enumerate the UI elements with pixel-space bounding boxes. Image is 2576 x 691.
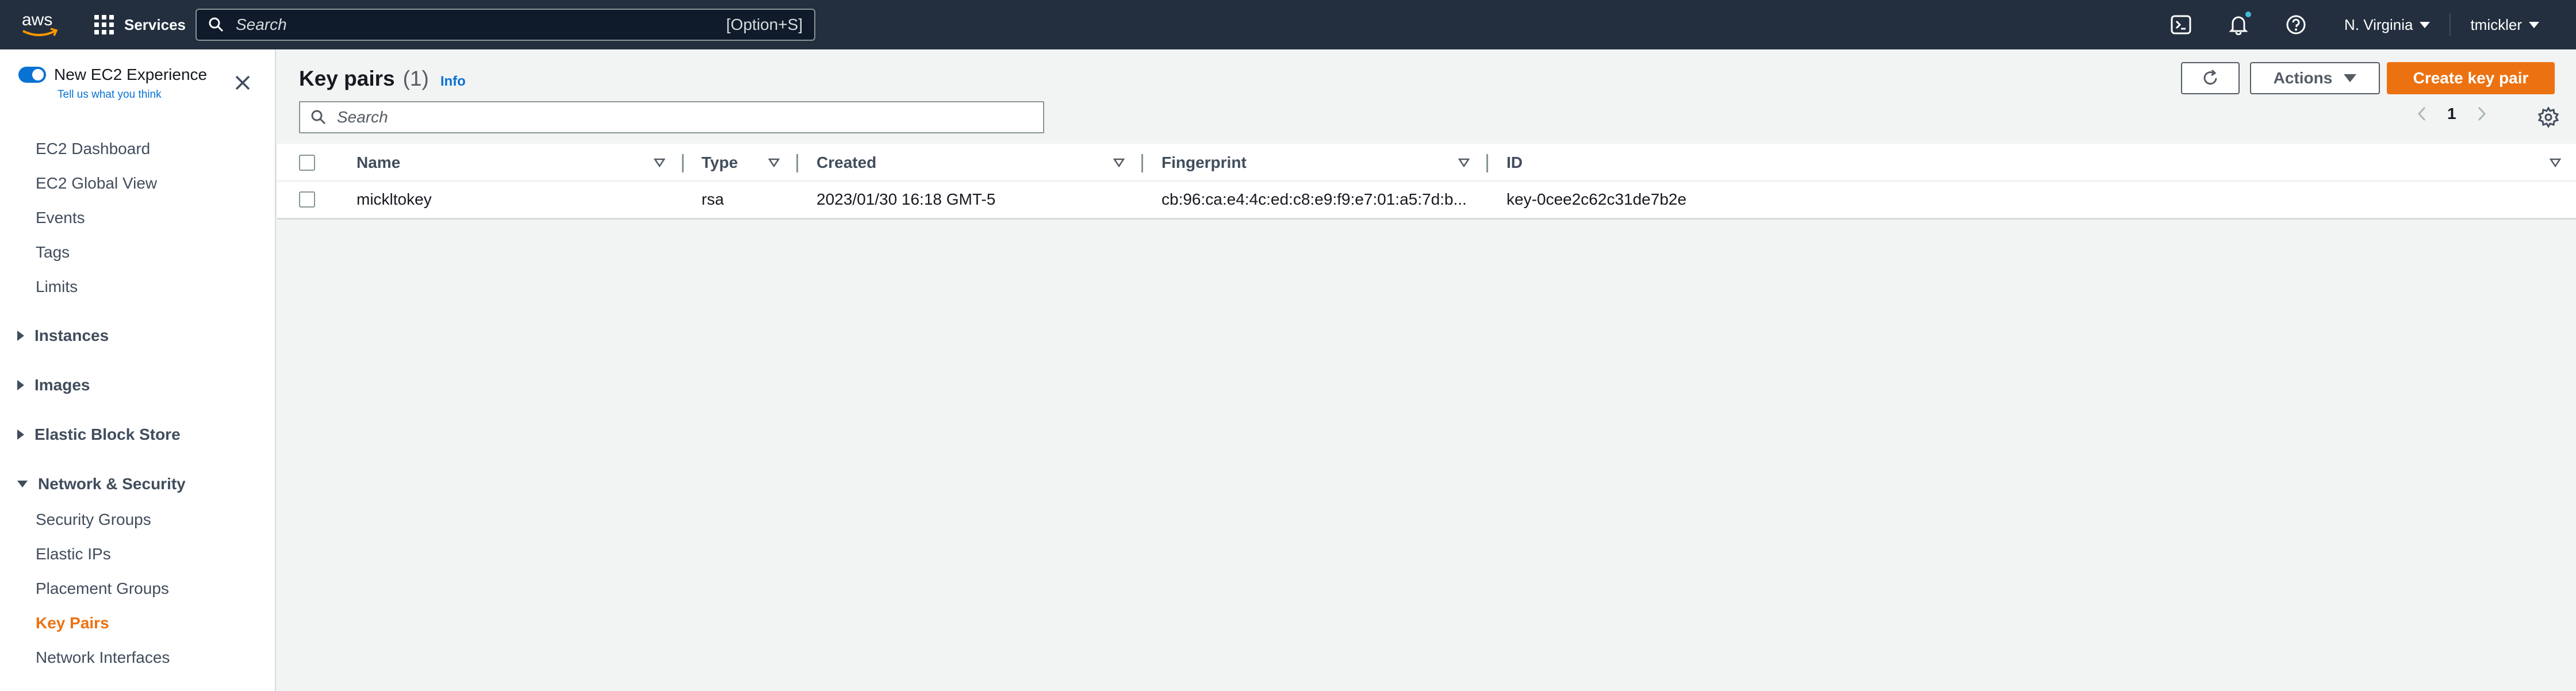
new-experience-toggle[interactable] xyxy=(18,67,46,83)
chevron-left-icon[interactable] xyxy=(2416,105,2428,122)
page-title: Key pairs xyxy=(299,67,395,90)
caret-down-icon xyxy=(2344,74,2357,82)
global-search-input[interactable]: Search [Option+S] xyxy=(195,9,815,41)
nav-right-group: N. Virginia tmickler xyxy=(2152,0,2559,49)
sort-icon[interactable] xyxy=(1458,158,1470,167)
column-divider[interactable] xyxy=(1141,154,1143,172)
table-search-placeholder: Search xyxy=(337,108,388,126)
sidebar-item-network-interfaces[interactable]: Network Interfaces xyxy=(36,648,170,667)
empty-content-area xyxy=(277,221,2576,691)
bell-icon xyxy=(2229,16,2248,35)
caret-down-icon xyxy=(2529,21,2539,28)
gear-icon[interactable] xyxy=(2537,106,2560,129)
sidebar-item-placement-groups[interactable]: Placement Groups xyxy=(36,579,169,598)
cell-name: mickltokey xyxy=(356,190,432,208)
sidebar: New EC2 Experience Tell us what you thin… xyxy=(0,49,276,691)
sidebar-item-ec2-global-view[interactable]: EC2 Global View xyxy=(36,174,157,193)
actions-dropdown[interactable]: Actions xyxy=(2250,62,2380,94)
caret-right-icon xyxy=(17,429,24,440)
aws-logo[interactable]: aws xyxy=(20,8,60,41)
sidebar-item-elastic-ips[interactable]: Elastic IPs xyxy=(36,545,111,563)
help-icon xyxy=(2286,15,2306,34)
top-navigation: aws Services Search [Option+S] N. Virgin… xyxy=(0,0,2576,49)
table-search-input[interactable]: Search xyxy=(299,101,1044,133)
sidebar-section-network-security[interactable]: Network & Security xyxy=(17,475,186,493)
sidebar-section-elastic-block-store[interactable]: Elastic Block Store xyxy=(17,425,181,444)
sidebar-item-tags[interactable]: Tags xyxy=(36,243,70,262)
column-divider[interactable] xyxy=(682,154,684,172)
create-key-pair-button[interactable]: Create key pair xyxy=(2387,62,2555,94)
column-header-fingerprint[interactable]: Fingerprint xyxy=(1162,144,1247,182)
sidebar-section-images[interactable]: Images xyxy=(17,376,90,394)
sidebar-item-security-groups[interactable]: Security Groups xyxy=(36,510,151,529)
sidebar-item-limits[interactable]: Limits xyxy=(36,278,78,296)
pagination: 1 xyxy=(2416,105,2487,123)
chevron-right-icon[interactable] xyxy=(2476,105,2487,122)
search-shortcut-hint: [Option+S] xyxy=(726,16,803,33)
item-count: (1) xyxy=(402,67,429,90)
notifications-button[interactable] xyxy=(2210,0,2267,49)
sort-icon[interactable] xyxy=(1113,158,1125,167)
caret-down-icon xyxy=(2420,21,2431,28)
section-label: Network & Security xyxy=(38,475,186,493)
section-label: Images xyxy=(34,376,90,394)
select-all-checkbox[interactable] xyxy=(299,155,315,171)
terminal-icon xyxy=(2171,15,2191,34)
global-search-placeholder: Search xyxy=(236,16,287,33)
section-label: Instances xyxy=(34,327,109,344)
new-experience-toggle-row: New EC2 Experience xyxy=(18,66,207,84)
sidebar-section-instances[interactable]: Instances xyxy=(17,327,109,345)
close-icon[interactable] xyxy=(231,71,254,94)
cell-id: key-0cee2c62c31de7b2e xyxy=(1506,190,1686,208)
row-checkbox[interactable] xyxy=(299,191,315,208)
services-label: Services xyxy=(124,16,186,33)
caret-right-icon xyxy=(17,331,24,341)
sidebar-item-ec2-dashboard[interactable]: EC2 Dashboard xyxy=(36,140,150,158)
new-experience-label: New EC2 Experience xyxy=(54,66,208,83)
column-header-id[interactable]: ID xyxy=(1506,144,1523,182)
cloudshell-button[interactable] xyxy=(2152,0,2210,49)
services-menu-button[interactable]: Services xyxy=(94,13,186,37)
sidebar-item-key-pairs[interactable]: Key Pairs xyxy=(36,614,109,632)
column-header-type[interactable]: Type xyxy=(702,144,738,182)
column-header-created[interactable]: Created xyxy=(816,144,876,182)
cell-created: 2023/01/30 16:18 GMT-5 xyxy=(816,190,996,208)
refresh-button[interactable] xyxy=(2181,62,2240,94)
page-number[interactable]: 1 xyxy=(2447,105,2456,123)
column-header-name[interactable]: Name xyxy=(356,144,400,182)
help-button[interactable] xyxy=(2267,0,2325,49)
search-icon xyxy=(311,110,326,125)
sort-icon[interactable] xyxy=(654,158,665,167)
account-menu[interactable]: tmickler xyxy=(2451,16,2559,34)
cell-type: rsa xyxy=(702,190,724,208)
column-divider[interactable] xyxy=(1486,154,1488,172)
caret-down-icon xyxy=(17,481,28,487)
main-content: Key pairs (1) Info Actions Create key pa… xyxy=(277,49,2576,691)
cell-fingerprint: cb:96:ca:e4:4c:ed:c8:e9:f9:e7:01:a5:7d:b… xyxy=(1162,190,1467,208)
feedback-link[interactable]: Tell us what you think xyxy=(57,89,162,101)
region-selector[interactable]: N. Virginia xyxy=(2325,16,2450,34)
info-link[interactable]: Info xyxy=(440,74,466,90)
svg-text:aws: aws xyxy=(22,10,52,29)
section-label: Elastic Block Store xyxy=(34,425,181,443)
caret-right-icon xyxy=(17,380,24,390)
sort-icon[interactable] xyxy=(2550,158,2561,167)
table-row[interactable]: mickltokey rsa 2023/01/30 16:18 GMT-5 cb… xyxy=(277,182,2576,217)
username-label: tmickler xyxy=(2470,16,2522,33)
refresh-icon xyxy=(2203,69,2217,85)
search-icon xyxy=(209,17,224,32)
column-divider[interactable] xyxy=(796,154,798,172)
sidebar-item-events[interactable]: Events xyxy=(36,209,85,227)
region-label: N. Virginia xyxy=(2344,16,2413,33)
notification-dot xyxy=(2245,11,2251,17)
page-header: Key pairs (1) Info xyxy=(299,67,466,91)
grid-icon xyxy=(94,15,114,34)
table-header: Name Type Created Fingerprint ID xyxy=(277,144,2576,182)
actions-label: Actions xyxy=(2273,69,2333,87)
sort-icon[interactable] xyxy=(768,158,780,167)
key-pairs-table: Name Type Created Fingerprint ID micklto… xyxy=(277,144,2576,220)
